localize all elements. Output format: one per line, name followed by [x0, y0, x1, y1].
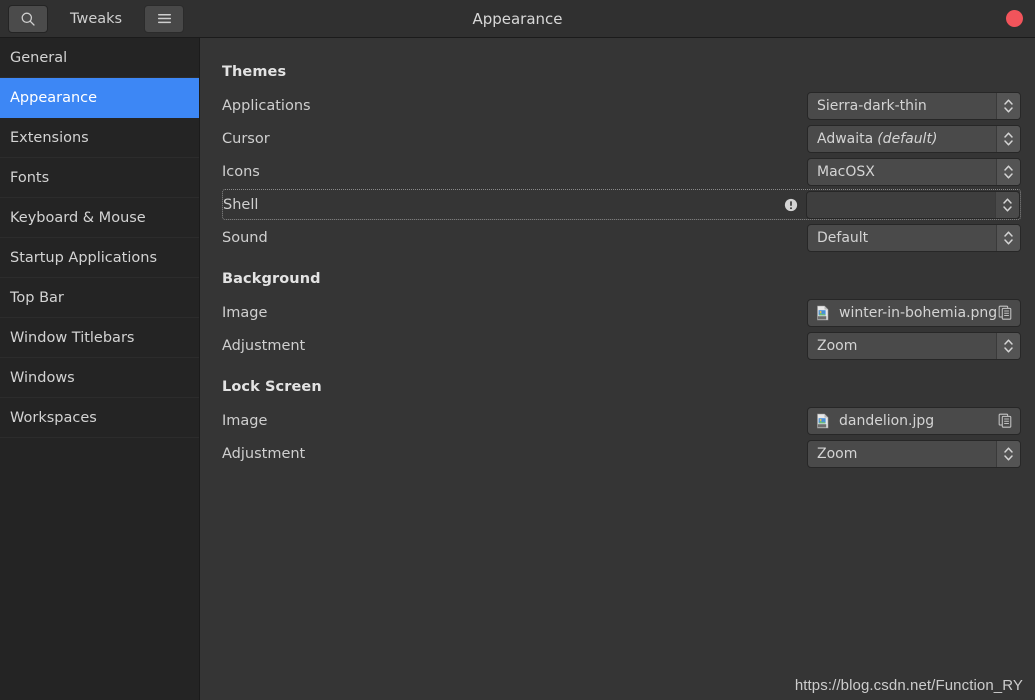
background-adjustment-combobox[interactable]: Zoom: [807, 331, 1021, 360]
section-lock-screen: Lock Screen Image dandelion.jpg Adjustme…: [222, 379, 1021, 470]
section-title-background: Background: [222, 271, 321, 287]
cursor-theme-value: Adwaita (default): [808, 126, 996, 152]
app-name-label: Tweaks: [70, 10, 123, 27]
label-background-image: Image: [222, 304, 268, 321]
applications-theme-combobox[interactable]: Sierra-dark-thin: [807, 91, 1021, 120]
sidebar-item-label: Startup Applications: [10, 249, 157, 266]
label-lock-screen-image: Image: [222, 412, 268, 429]
row-sound-theme: Sound Default: [222, 221, 1021, 254]
label-background-adjustment: Adjustment: [222, 337, 306, 354]
main-menu-button[interactable]: [144, 4, 185, 33]
section-background: Background Image winter-in-bohemia.png A…: [222, 271, 1021, 362]
search-button[interactable]: [8, 4, 48, 33]
section-title-themes: Themes: [222, 64, 287, 80]
row-lock-screen-adjustment: Adjustment Zoom: [222, 437, 1021, 470]
section-themes: Themes Applications Sierra-dark-thin Cur…: [222, 64, 1021, 254]
lock-screen-adjustment-combobox[interactable]: Zoom: [807, 439, 1021, 468]
stepper-chevrons: [996, 440, 1020, 467]
sound-theme-combobox[interactable]: Default: [807, 223, 1021, 252]
chevron-up-down-icon: [1004, 131, 1013, 146]
chevron-up-down-icon: [1004, 98, 1013, 113]
lock-screen-image-file-button[interactable]: dandelion.jpg: [807, 406, 1021, 435]
window-body: General Appearance Extensions Fonts Keyb…: [0, 38, 1035, 700]
header-left-group: Tweaks: [8, 4, 185, 33]
stepper-chevrons: [996, 92, 1020, 119]
lock-screen-adjustment-value: Zoom: [817, 445, 858, 462]
sidebar-item-top-bar[interactable]: Top Bar: [0, 278, 199, 318]
label-icons: Icons: [222, 163, 260, 180]
sidebar-item-fonts[interactable]: Fonts: [0, 158, 199, 198]
sidebar-item-label: Window Titlebars: [10, 329, 135, 346]
file-chooser-icon: [998, 413, 1012, 428]
sidebar-item-label: Windows: [10, 369, 75, 386]
row-background-image: Image winter-in-bohemia.png: [222, 296, 1021, 329]
image-file-icon: [817, 305, 829, 320]
stepper-chevrons: [996, 125, 1020, 152]
background-adjustment-value: Zoom: [817, 337, 858, 354]
icons-theme-combobox[interactable]: MacOSX: [807, 157, 1021, 186]
file-chooser-icon: [998, 305, 1012, 320]
warning-icon: [784, 198, 798, 211]
row-background-adjustment: Adjustment Zoom: [222, 329, 1021, 362]
shell-theme-value: [807, 192, 995, 218]
stepper-chevrons: [996, 332, 1020, 359]
chevron-up-down-icon: [1004, 338, 1013, 353]
tweaks-window: Tweaks Appearance General Appearance Ext…: [0, 0, 1035, 700]
search-icon: [21, 12, 35, 26]
sidebar-item-startup-applications[interactable]: Startup Applications: [0, 238, 199, 278]
sidebar: General Appearance Extensions Fonts Keyb…: [0, 38, 200, 700]
sidebar-item-label: Fonts: [10, 169, 50, 186]
sidebar-item-label: Appearance: [10, 89, 98, 106]
label-sound: Sound: [222, 229, 268, 246]
sidebar-item-label: Keyboard & Mouse: [10, 209, 146, 226]
watermark-text: https://blog.csdn.net/Function_RY: [794, 677, 1023, 694]
row-cursor-theme: Cursor Adwaita (default): [222, 122, 1021, 155]
row-lock-screen-image: Image dandelion.jpg: [222, 404, 1021, 437]
sound-theme-value: Default: [817, 229, 869, 246]
label-shell: Shell: [223, 196, 259, 213]
sidebar-item-appearance[interactable]: Appearance: [0, 78, 199, 118]
chevron-up-down-icon: [1003, 197, 1012, 212]
label-cursor: Cursor: [222, 130, 270, 147]
sidebar-item-label: General: [10, 49, 68, 66]
hamburger-menu-icon: [157, 14, 171, 24]
row-applications-theme: Applications Sierra-dark-thin: [222, 89, 1021, 122]
sidebar-item-extensions[interactable]: Extensions: [0, 118, 199, 158]
label-applications: Applications: [222, 97, 311, 114]
applications-theme-value: Sierra-dark-thin: [817, 97, 927, 114]
sidebar-item-window-titlebars[interactable]: Window Titlebars: [0, 318, 199, 358]
shell-theme-combobox[interactable]: [806, 190, 1020, 219]
stepper-chevrons: [996, 158, 1020, 185]
chevron-up-down-icon: [1004, 446, 1013, 461]
stepper-chevrons: [996, 224, 1020, 251]
chevron-up-down-icon: [1004, 164, 1013, 179]
icons-theme-value: MacOSX: [817, 163, 875, 180]
row-shell-theme: Shell: [222, 189, 1021, 220]
cursor-theme-name: Adwaita: [817, 130, 874, 147]
sidebar-item-keyboard-mouse[interactable]: Keyboard & Mouse: [0, 198, 199, 238]
header-right-group: [1006, 10, 1027, 27]
image-file-icon: [817, 413, 829, 428]
header-bar: Tweaks Appearance: [0, 0, 1035, 38]
sidebar-item-label: Workspaces: [10, 409, 97, 426]
lock-screen-image-filename: dandelion.jpg: [839, 412, 935, 429]
sidebar-item-workspaces[interactable]: Workspaces: [0, 398, 199, 438]
cursor-theme-combobox[interactable]: Adwaita (default): [807, 124, 1021, 153]
sidebar-item-general[interactable]: General: [0, 38, 199, 78]
background-image-filename: winter-in-bohemia.png: [839, 304, 997, 321]
close-button[interactable]: [1006, 10, 1023, 27]
background-image-file-button[interactable]: winter-in-bohemia.png: [807, 298, 1021, 327]
settings-panel: Themes Applications Sierra-dark-thin Cur…: [200, 38, 1035, 700]
sidebar-item-label: Top Bar: [10, 289, 64, 306]
sidebar-item-label: Extensions: [10, 129, 89, 146]
cursor-theme-default-tag: (default): [877, 130, 938, 147]
stepper-chevrons: [995, 191, 1019, 218]
sidebar-item-windows[interactable]: Windows: [0, 358, 199, 398]
section-title-lock-screen: Lock Screen: [222, 379, 322, 395]
chevron-up-down-icon: [1004, 230, 1013, 245]
row-icons-theme: Icons MacOSX: [222, 155, 1021, 188]
label-lock-screen-adjustment: Adjustment: [222, 445, 306, 462]
